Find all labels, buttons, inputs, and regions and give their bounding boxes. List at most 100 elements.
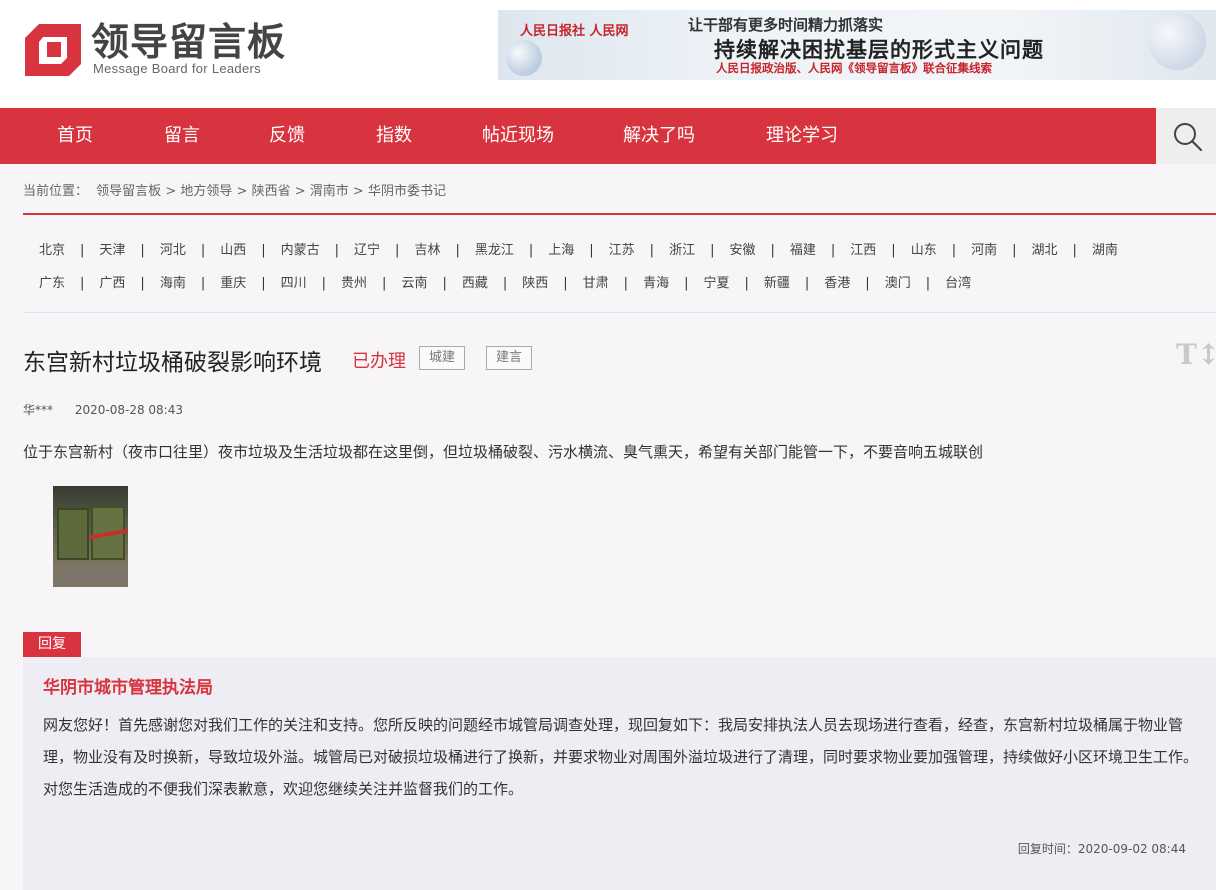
province-link[interactable]: 广西 [99,272,125,291]
province-separator: | [710,243,715,258]
campaign-banner[interactable]: 人民日报社 人民网 让干部有更多时间精力抓落实 持续解决困扰基层的形式主义问题 … [498,10,1216,80]
province-separator: | [563,276,568,291]
province-link[interactable]: 湖北 [1032,239,1058,258]
post-meta: 华*** 2020-08-28 08:43 [23,401,183,418]
province-link[interactable]: 陕西 [522,272,548,291]
province-separator: | [80,243,85,258]
province-separator: | [395,243,400,258]
nav-item-home[interactable]: 首页 [57,108,93,164]
province-separator: | [200,243,206,258]
province-link[interactable]: 青海 [643,272,669,291]
post-date: 2020-08-28 08:43 [74,403,183,417]
breadcrumb-item[interactable]: 地方领导 [180,184,232,199]
breadcrumb-separator: > [165,184,177,199]
search-icon [1174,123,1203,152]
breadcrumb-item-current[interactable]: 华阴市委书记 [368,184,446,199]
breadcrumb-separator: > [352,184,364,199]
province-link[interactable]: 辽宁 [354,239,380,258]
search-button[interactable] [1156,108,1216,164]
province-link[interactable]: 西藏 [462,272,488,291]
province-link[interactable]: 贵州 [341,272,367,291]
province-link[interactable]: 吉林 [414,239,440,258]
reply-time: 回复时间：2020-09-02 08:44 [1018,840,1186,857]
province-link[interactable]: 澳门 [885,272,911,291]
province-separator: | [951,243,957,258]
nav-item-feedback[interactable]: 反馈 [269,108,305,164]
province-link[interactable]: 甘肃 [583,272,609,291]
province-link[interactable]: 上海 [548,239,574,258]
nav-item-message[interactable]: 留言 [164,108,200,164]
province-link[interactable]: 福建 [790,239,816,258]
province-separator: | [382,276,387,291]
status-badge: 已办理 [352,351,406,372]
province-separator: | [770,243,775,258]
province-list-row-2: 广东 | 广西 | 海南 | 重庆 | 四川 | 贵州 | 云南 | 西藏 | 陕西 | 甘肃 | 青海 | 宁夏 | 新疆 | 香… [23,272,971,291]
province-link[interactable]: 黑龙江 [475,239,514,258]
reply-time-label: 回复时间： [1017,842,1078,856]
province-separator: | [502,276,508,291]
post-author: 华*** [23,403,54,417]
reply-panel: 华阴市城市管理执法局 网友您好！首先感谢您对我们工作的关注和支持。您所反映的问题… [23,657,1216,890]
province-separator: | [1072,243,1077,258]
tag-type[interactable]: 建言 [486,346,533,370]
site-logo[interactable]: 领导留言板 Message Board for Leaders [25,20,295,78]
province-separator: | [649,243,655,258]
province-link[interactable]: 天津 [99,239,125,258]
province-link[interactable]: 四川 [281,272,307,291]
nav-item-resolved[interactable]: 解决了吗 [623,108,695,164]
breadcrumb-item[interactable]: 渭南市 [310,184,349,199]
province-link[interactable]: 安徽 [729,239,755,258]
nav-item-onsite[interactable]: 帖近现场 [482,108,554,164]
province-separator: | [80,276,85,291]
post-content: 位于东宫新村（夜市口往里）夜市垃圾及生活垃圾都在这里倒，但垃圾桶破裂、污水横流、… [23,443,984,461]
province-link[interactable]: 广东 [39,272,65,291]
logo-mark-icon [25,24,81,76]
province-link[interactable]: 台湾 [945,272,971,291]
breadcrumb-separator: > [236,184,248,199]
province-separator: | [261,243,266,258]
province-link[interactable]: 山西 [220,239,246,258]
banner-subline: 人民日报政治版、人民网《领导留言板》联合征集线索 [716,61,992,75]
nav-item-theory[interactable]: 理论学习 [766,108,838,164]
breadcrumb-separator: > [294,184,306,199]
province-link[interactable]: 云南 [401,272,427,291]
province-link[interactable]: 新疆 [764,272,790,291]
banner-publisher-logos: 人民日报社 人民网 [520,24,629,39]
province-separator: | [528,243,534,258]
province-link[interactable]: 江西 [850,239,876,258]
font-size-toggle-icon[interactable]: T↕ [1176,338,1216,372]
province-link[interactable]: 内蒙古 [281,239,320,258]
nav-item-index[interactable]: 指数 [376,108,412,164]
site-header: 领导留言板 Message Board for Leaders 人民日报社 人民… [0,0,1216,108]
reply-paragraph: 对您生活造成的不便我们深表歉意，欢迎您继续关注并监督我们的工作。 [43,780,524,798]
province-separator: | [891,243,896,258]
province-link[interactable]: 北京 [39,239,65,258]
province-link[interactable]: 浙江 [669,239,695,258]
bubble-decoration-icon [1148,12,1206,70]
province-link[interactable]: 河北 [160,239,186,258]
province-link[interactable]: 河南 [971,239,997,258]
province-link[interactable]: 湖南 [1092,239,1118,258]
province-separator: | [1012,243,1017,258]
breadcrumb-item[interactable]: 陕西省 [252,184,291,199]
trash-bin-shape [57,508,89,560]
tag-category[interactable]: 城建 [419,346,466,370]
province-link[interactable]: 重庆 [220,272,246,291]
reply-tab: 回复 [23,632,81,657]
post-image-thumbnail[interactable] [53,486,128,587]
province-separator: | [261,276,266,291]
main-nav: 首页 留言 反馈 指数 帖近现场 解决了吗 理论学习 [0,108,1216,164]
province-separator: | [623,276,629,291]
province-separator: | [830,243,836,258]
province-link[interactable]: 香港 [824,272,850,291]
province-link[interactable]: 海南 [160,272,186,291]
province-link[interactable]: 山东 [911,239,937,258]
province-link[interactable]: 宁夏 [703,272,729,291]
ground-shape [53,564,128,587]
breadcrumb-divider [23,213,1216,215]
reply-paragraph: 网友您好！首先感谢您对我们工作的关注和支持。您所反映的问题经市城管局调查处理，现… [43,716,1199,766]
province-link[interactable]: 江苏 [609,239,635,258]
breadcrumb-item[interactable]: 领导留言板 [96,184,161,199]
province-separator: | [140,243,145,258]
province-separator: | [334,243,340,258]
